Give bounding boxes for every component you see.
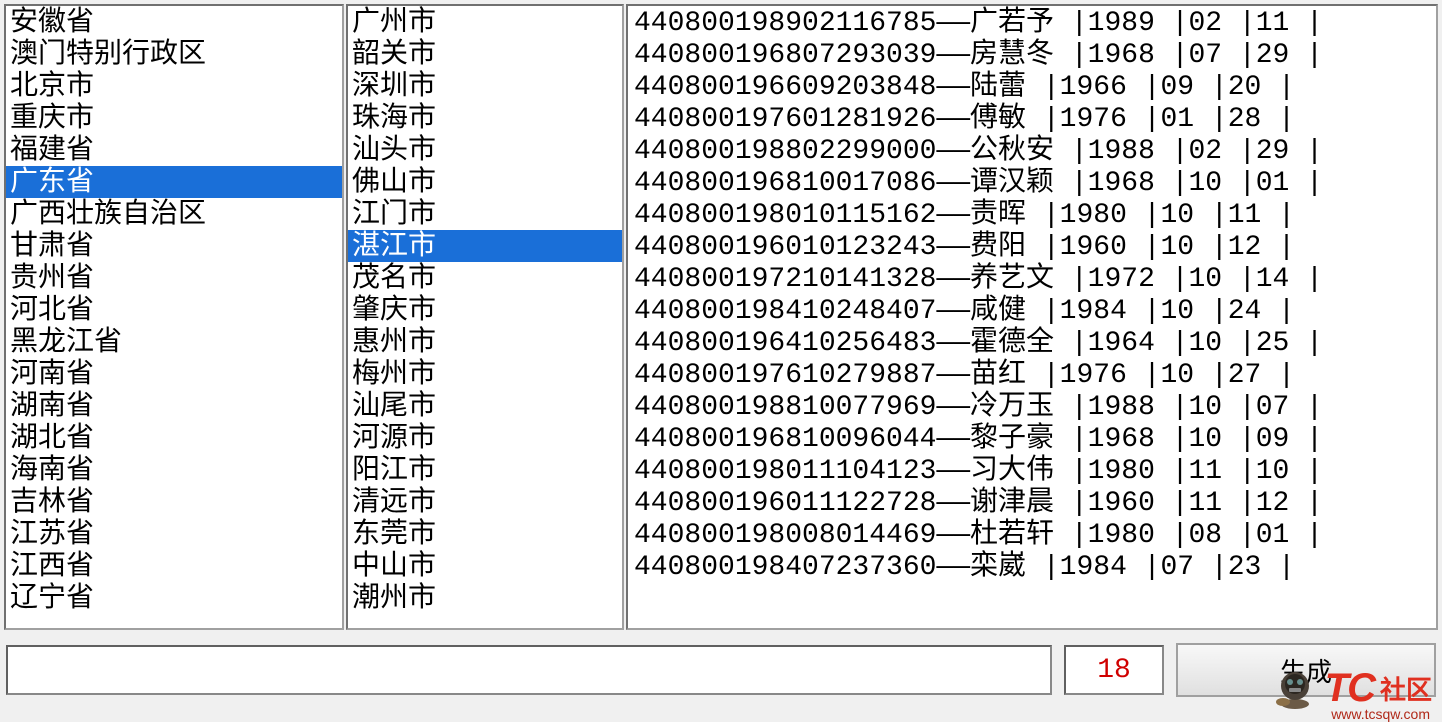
province-item[interactable]: 广东省 xyxy=(6,166,342,198)
city-item[interactable]: 广州市 xyxy=(348,6,622,38)
province-item[interactable]: 湖南省 xyxy=(6,390,342,422)
province-item[interactable]: 贵州省 xyxy=(6,262,342,294)
result-row: 440800196011122728——谢津晨 |1960 |11 |12 | xyxy=(634,488,1430,520)
province-item[interactable]: 重庆市 xyxy=(6,102,342,134)
result-row: 440800198802299000——公秋安 |1988 |02 |29 | xyxy=(634,136,1430,168)
generate-button[interactable]: 生成 xyxy=(1176,643,1436,697)
city-listbox[interactable]: 广州市韶关市深圳市珠海市汕头市佛山市江门市湛江市茂名市肇庆市惠州市梅州市汕尾市河… xyxy=(346,4,624,630)
results-panel: 440800198902116785——广若予 |1989 |02 |11 |4… xyxy=(626,4,1438,630)
city-item[interactable]: 汕尾市 xyxy=(348,390,622,422)
result-row: 440800198407237360——栾崴 |1984 |07 |23 | xyxy=(634,552,1430,584)
count-input[interactable] xyxy=(1064,645,1164,695)
result-row: 440800197210141328——养艺文 |1972 |10 |14 | xyxy=(634,264,1430,296)
city-item[interactable]: 清远市 xyxy=(348,486,622,518)
city-item[interactable]: 茂名市 xyxy=(348,262,622,294)
result-row: 440800196810096044——黎子豪 |1968 |10 |09 | xyxy=(634,424,1430,456)
province-item[interactable]: 河南省 xyxy=(6,358,342,390)
city-item[interactable]: 湛江市 xyxy=(348,230,622,262)
city-item[interactable]: 潮州市 xyxy=(348,582,622,614)
province-item[interactable]: 福建省 xyxy=(6,134,342,166)
city-item[interactable]: 江门市 xyxy=(348,198,622,230)
province-item[interactable]: 北京市 xyxy=(6,70,342,102)
province-item[interactable]: 安徽省 xyxy=(6,6,342,38)
city-item[interactable]: 佛山市 xyxy=(348,166,622,198)
city-item[interactable]: 梅州市 xyxy=(348,358,622,390)
province-item[interactable]: 湖北省 xyxy=(6,422,342,454)
city-item[interactable]: 深圳市 xyxy=(348,70,622,102)
province-item[interactable]: 甘肃省 xyxy=(6,230,342,262)
city-item[interactable]: 阳江市 xyxy=(348,454,622,486)
bottom-bar: 生成 xyxy=(0,634,1442,706)
city-item[interactable]: 河源市 xyxy=(348,422,622,454)
city-item[interactable]: 肇庆市 xyxy=(348,294,622,326)
result-row: 440800198008014469——杜若轩 |1980 |08 |01 | xyxy=(634,520,1430,552)
province-listbox[interactable]: 安徽省澳门特别行政区北京市重庆市福建省广东省广西壮族自治区甘肃省贵州省河北省黑龙… xyxy=(4,4,344,630)
province-item[interactable]: 吉林省 xyxy=(6,486,342,518)
result-row: 440800198410248407——咸健 |1984 |10 |24 | xyxy=(634,296,1430,328)
main-container: 安徽省澳门特别行政区北京市重庆市福建省广东省广西壮族自治区甘肃省贵州省河北省黑龙… xyxy=(0,0,1442,634)
result-row: 440800198902116785——广若予 |1989 |02 |11 | xyxy=(634,8,1430,40)
result-row: 440800196807293039——房慧冬 |1968 |07 |29 | xyxy=(634,40,1430,72)
province-item[interactable]: 河北省 xyxy=(6,294,342,326)
result-row: 440800197601281926——傅敏 |1976 |01 |28 | xyxy=(634,104,1430,136)
result-row: 440800198810077969——冷万玉 |1988 |10 |07 | xyxy=(634,392,1430,424)
province-item[interactable]: 江西省 xyxy=(6,550,342,582)
output-input[interactable] xyxy=(6,645,1052,695)
province-item[interactable]: 江苏省 xyxy=(6,518,342,550)
city-item[interactable]: 韶关市 xyxy=(348,38,622,70)
result-row: 440800196609203848——陆蕾 |1966 |09 |20 | xyxy=(634,72,1430,104)
province-item[interactable]: 澳门特别行政区 xyxy=(6,38,342,70)
result-row: 440800196810017086——谭汉颖 |1968 |10 |01 | xyxy=(634,168,1430,200)
province-item[interactable]: 黑龙江省 xyxy=(6,326,342,358)
province-item[interactable]: 广西壮族自治区 xyxy=(6,198,342,230)
province-item[interactable]: 海南省 xyxy=(6,454,342,486)
result-row: 440800198010115162——责晖 |1980 |10 |11 | xyxy=(634,200,1430,232)
result-row: 440800197610279887——苗红 |1976 |10 |27 | xyxy=(634,360,1430,392)
result-row: 440800196010123243——费阳 |1960 |10 |12 | xyxy=(634,232,1430,264)
city-item[interactable]: 东莞市 xyxy=(348,518,622,550)
city-item[interactable]: 中山市 xyxy=(348,550,622,582)
result-row: 440800196410256483——霍德全 |1964 |10 |25 | xyxy=(634,328,1430,360)
city-item[interactable]: 珠海市 xyxy=(348,102,622,134)
result-row: 440800198011104123——习大伟 |1980 |11 |10 | xyxy=(634,456,1430,488)
city-item[interactable]: 汕头市 xyxy=(348,134,622,166)
city-item[interactable]: 惠州市 xyxy=(348,326,622,358)
province-item[interactable]: 辽宁省 xyxy=(6,582,342,614)
